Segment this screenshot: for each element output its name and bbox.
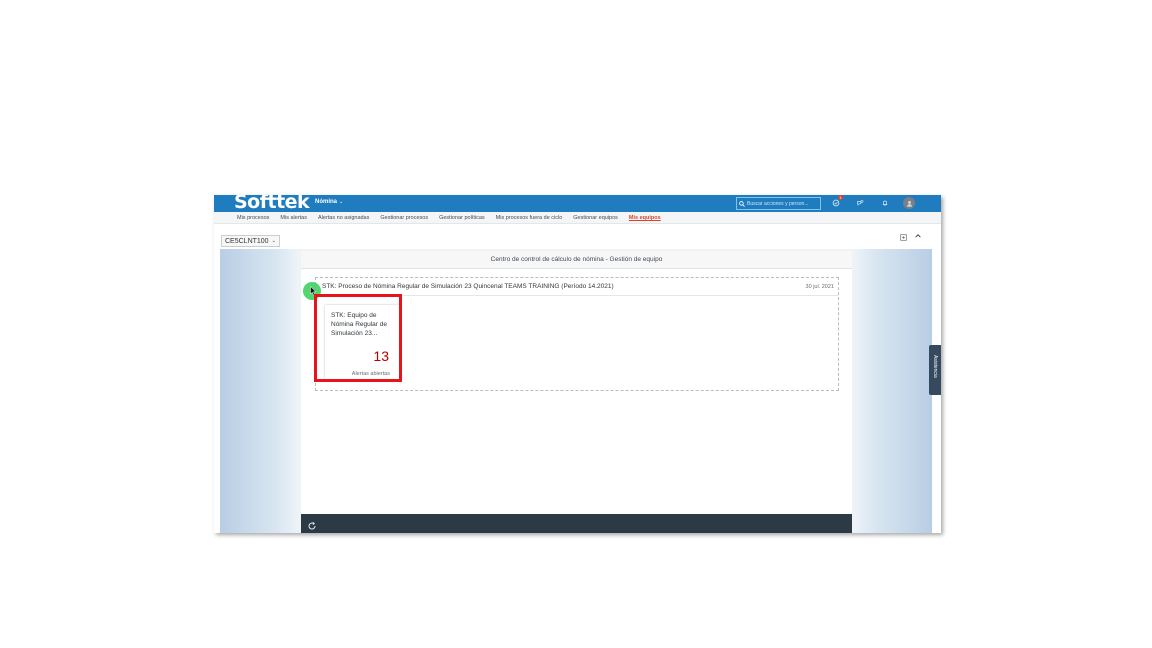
process-date: 30 jul. 2021: [805, 284, 834, 290]
variant-label: CE5CLNT100: [225, 237, 269, 245]
nav-item-gestionar-politicas[interactable]: Gestionar políticas: [439, 215, 485, 221]
copilot-icon[interactable]: [855, 198, 865, 208]
expand-icon[interactable]: [900, 228, 907, 246]
nav-item-mis-equipos[interactable]: Mis equipos: [629, 215, 661, 221]
search-field[interactable]: [736, 197, 821, 210]
softtek-logo[interactable]: Softtek: [234, 195, 310, 212]
nav-list: Mis procesos Mis alertas Alertas no asig…: [237, 215, 672, 221]
nav-item-mis-alertas[interactable]: Mis alertas: [280, 215, 307, 221]
search-input[interactable]: [747, 200, 820, 207]
notification-count-badge: 1: [838, 195, 843, 200]
nav-item-procesos-fuera-de-ciclo[interactable]: Mis procesos fuera de ciclo: [496, 215, 563, 221]
user-icon: [906, 200, 912, 207]
navigation-bar: Mis procesos Mis alertas Alertas no asig…: [214, 212, 941, 224]
sub-header: CE5CLNT100 ⌄: [214, 224, 941, 251]
bell-icon[interactable]: [880, 198, 890, 208]
shell-header: Softtek Nómina ⌄ 1: [214, 195, 941, 212]
nav-item-gestionar-equipos[interactable]: Gestionar equipos: [573, 215, 618, 221]
nav-item-alertas-no-asignadas[interactable]: Alertas no asignadas: [318, 215, 369, 221]
nav-item-gestionar-procesos[interactable]: Gestionar procesos: [380, 215, 428, 221]
side-tab-label: Asistencia: [932, 355, 938, 378]
search-icon: [739, 200, 745, 207]
process-title: STK: Proceso de Nómina Regular de Simula…: [322, 283, 614, 290]
footer-toolbar: [301, 514, 852, 533]
app-menu-label: Nómina: [315, 199, 338, 205]
nav-item-mis-procesos[interactable]: Mis procesos: [237, 215, 269, 221]
browser-frame: Softtek Nómina ⌄ 1 Mis procesos M: [214, 195, 941, 533]
highlight-box: [314, 294, 402, 382]
chevron-up-icon[interactable]: [914, 227, 922, 245]
chevron-down-icon: ⌄: [339, 199, 344, 205]
variant-selector[interactable]: CE5CLNT100 ⌄: [221, 235, 280, 247]
user-avatar[interactable]: [903, 197, 915, 209]
panel-title: Centro de control de cálculo de nómina -…: [301, 251, 852, 269]
app-menu[interactable]: Nómina ⌄: [315, 199, 343, 205]
chevron-down-icon: ⌄: [271, 238, 276, 244]
refresh-icon[interactable]: [307, 518, 317, 533]
assistance-side-tab[interactable]: Asistencia: [929, 345, 941, 395]
